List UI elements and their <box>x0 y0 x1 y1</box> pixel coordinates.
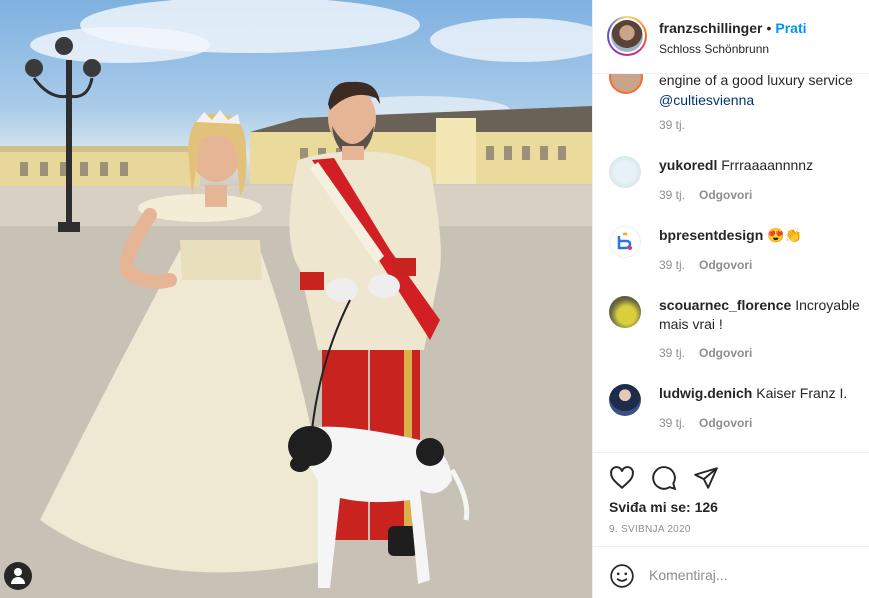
heart-icon[interactable] <box>609 465 635 491</box>
header-text: franzschillinger • Prati Schloss Schönbr… <box>659 20 807 73</box>
reply-button[interactable]: Odgovori <box>699 188 752 202</box>
caption-text: engine of a good luxury service @culties… <box>659 74 869 110</box>
comment-text: Kaiser Franz I. <box>756 385 848 401</box>
comment-meta: 39 tj. Odgovori <box>659 346 752 360</box>
speech-bubble-icon[interactable] <box>651 465 677 491</box>
comment-body: scouarnec_florence Incroyable mais vrai … <box>659 296 869 334</box>
author-avatar[interactable] <box>607 16 647 56</box>
reply-button[interactable]: Odgovori <box>699 346 752 360</box>
action-icons <box>609 465 719 491</box>
comment-meta: 39 tj. Odgovori <box>659 188 752 202</box>
caption-mention[interactable]: @cultiesvienna <box>659 92 754 108</box>
comments-list[interactable]: engine of a good luxury service @culties… <box>593 74 869 454</box>
post-actions: Sviđa mi se: 126 9. SVIBNJA 2020 <box>593 452 869 546</box>
comment-avatar[interactable] <box>609 296 641 328</box>
comment-avatar[interactable] <box>609 156 641 188</box>
bpresent-logo-icon <box>617 232 632 250</box>
avatar-image <box>611 20 643 52</box>
reply-button[interactable]: Odgovori <box>699 416 752 430</box>
comment-username[interactable]: bpresentdesign <box>659 227 763 243</box>
comment-time[interactable]: 39 tj. <box>659 188 685 202</box>
comment-avatar[interactable] <box>609 384 641 416</box>
header-line: franzschillinger • Prati <box>659 20 807 36</box>
comment-avatar[interactable] <box>609 226 641 258</box>
photo-scene <box>0 0 592 598</box>
avatar-inner <box>609 18 645 54</box>
smiley-icon[interactable] <box>609 563 635 589</box>
caption-line: engine of a good luxury service <box>659 74 853 88</box>
comment-time[interactable]: 39 tj. <box>659 346 685 360</box>
comment-body: yukoredl Frrraaaannnnz <box>659 156 869 175</box>
comment-text: Frrraaaannnnz <box>721 157 814 173</box>
likes-count[interactable]: Sviđa mi se: 126 <box>609 499 718 515</box>
comment-meta: 39 tj. Odgovori <box>659 416 752 430</box>
post-location[interactable]: Schloss Schönbrunn <box>659 42 807 56</box>
separator-dot: • <box>766 20 772 36</box>
comment-meta: 39 tj. Odgovori <box>659 258 752 272</box>
caption-author-avatar[interactable] <box>609 74 643 94</box>
comment-time[interactable]: 39 tj. <box>659 416 685 430</box>
comment-username[interactable]: ludwig.denich <box>659 385 752 401</box>
person-tag-icon <box>14 568 22 576</box>
comment-time[interactable]: 39 tj. <box>659 258 685 272</box>
comment-body: bpresentdesign 😍👏 <box>659 226 869 245</box>
caption-meta: 39 tj. <box>659 118 685 132</box>
post-photo[interactable] <box>0 0 592 598</box>
post-date: 9. SVIBNJA 2020 <box>609 524 691 535</box>
post-side-panel: franzschillinger • Prati Schloss Schönbr… <box>592 0 869 598</box>
follow-button[interactable]: Prati <box>775 20 806 36</box>
add-comment-bar <box>593 546 869 598</box>
comment-input[interactable] <box>649 561 849 589</box>
tag-people-button[interactable] <box>4 562 32 590</box>
comment-username[interactable]: yukoredl <box>659 157 717 173</box>
caption-time[interactable]: 39 tj. <box>659 118 685 132</box>
comment-body: ludwig.denich Kaiser Franz I. <box>659 384 869 403</box>
paper-plane-icon[interactable] <box>693 465 719 491</box>
person-tag-icon-body <box>11 577 25 584</box>
post-header: franzschillinger • Prati Schloss Schönbr… <box>593 0 869 74</box>
comment-username[interactable]: scouarnec_florence <box>659 297 791 313</box>
reply-button[interactable]: Odgovori <box>699 258 752 272</box>
author-username[interactable]: franzschillinger <box>659 20 762 36</box>
comment-text: 😍👏 <box>767 227 803 243</box>
